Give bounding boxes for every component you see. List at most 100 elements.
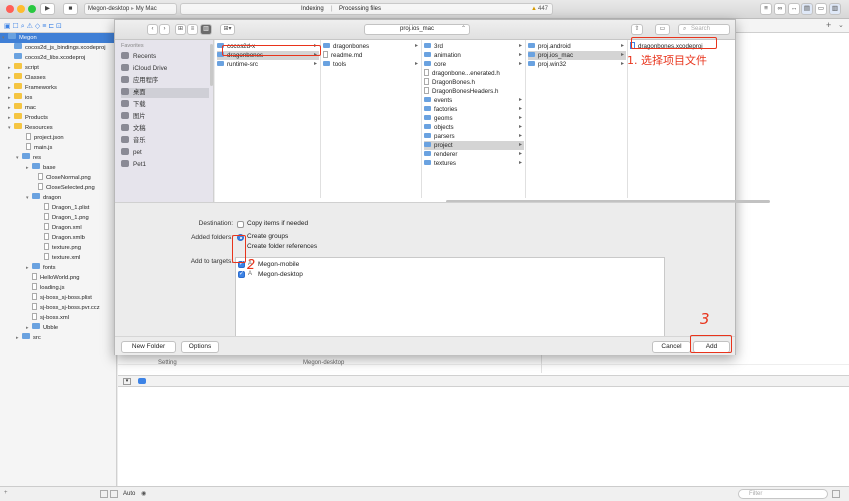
- run-button[interactable]: ▶: [40, 3, 55, 15]
- close-window-icon[interactable]: [6, 5, 14, 13]
- navigator-item[interactable]: ▾ dragon: [0, 193, 116, 203]
- browser-item[interactable]: textures ▸: [424, 159, 524, 168]
- icon-view-icon[interactable]: ⊞: [175, 24, 186, 35]
- browser-item[interactable]: runtime-src ▸: [217, 60, 319, 69]
- warning-icon[interactable]: ▲: [531, 4, 537, 14]
- navigator-toggle-icon[interactable]: ▤: [801, 3, 813, 15]
- navigator-item[interactable]: ▸ ios: [0, 93, 116, 103]
- share-icon[interactable]: ⇧: [631, 24, 643, 35]
- eye-icon[interactable]: ◉: [141, 490, 146, 497]
- browser-item[interactable]: factories ▸: [424, 105, 524, 114]
- zoom-window-icon[interactable]: [28, 5, 36, 13]
- trash-icon[interactable]: [832, 490, 840, 498]
- folder-nav-icon[interactable]: ▣ ☐ ⌕ ⚠ ◇ ≡ ⊏ ⊡: [4, 22, 62, 31]
- breakpoints-icon[interactable]: [138, 378, 146, 384]
- navigator-item[interactable]: ▾ res: [0, 153, 116, 163]
- options-button[interactable]: Options: [181, 341, 219, 353]
- navigator-item[interactable]: ▸ Classes: [0, 73, 116, 83]
- browser-item[interactable]: tools ▸: [323, 60, 420, 69]
- search-input[interactable]: ⌕ Search: [678, 24, 730, 35]
- editor-assistant-icon[interactable]: ∞: [774, 3, 786, 15]
- browser-item[interactable]: events ▸: [424, 96, 524, 105]
- browser-item[interactable]: dragonbone...enerated.h: [424, 68, 524, 78]
- back-icon[interactable]: ‹: [147, 24, 158, 35]
- list-view-icon[interactable]: ≡: [187, 24, 198, 35]
- sidebar-item[interactable]: 图片: [121, 111, 209, 122]
- navigator-item[interactable]: sj-boss.xml: [0, 312, 116, 323]
- sidebar-item[interactable]: 音乐: [121, 135, 209, 146]
- navigator-item[interactable]: cocos2d_libs.xcodeproj: [0, 53, 116, 63]
- column-view-icon[interactable]: ▥: [200, 24, 212, 35]
- target-desktop-checkbox[interactable]: [238, 270, 245, 278]
- scm-filter-icon[interactable]: [110, 490, 118, 498]
- navigator-item[interactable]: Dragon_1.png: [0, 212, 116, 223]
- scheme-selector[interactable]: Megon-desktop ▸ My Mac: [84, 3, 177, 15]
- sidebar-scrollbar[interactable]: [210, 44, 213, 86]
- sidebar-item[interactable]: 文稿: [121, 123, 209, 134]
- navigator-item[interactable]: ▸ Products: [0, 113, 116, 123]
- filter-input[interactable]: Filter: [738, 489, 828, 499]
- navigator-item[interactable]: cocos2d_js_bindings.xcodeproj: [0, 43, 116, 53]
- new-folder-button[interactable]: New Folder: [121, 341, 176, 353]
- navigator-item[interactable]: Dragon.xml: [0, 222, 116, 233]
- add-tab-icon[interactable]: +: [826, 20, 831, 30]
- copy-items-checkbox[interactable]: [237, 221, 244, 228]
- navigator-item[interactable]: ▸ fonts: [0, 263, 116, 273]
- editor-version-icon[interactable]: ↔: [788, 3, 800, 15]
- navigator-item[interactable]: ▸ src: [0, 333, 116, 343]
- navigator-item[interactable]: sj-boss_sj-boss.plist: [0, 292, 116, 303]
- auto-selector[interactable]: Auto: [123, 491, 135, 497]
- navigator-item[interactable]: ▸ script: [0, 63, 116, 73]
- browser-item[interactable]: parsers ▸: [424, 132, 524, 141]
- navigator-item[interactable]: loading.js: [0, 282, 116, 293]
- recent-filter-icon[interactable]: [100, 490, 108, 498]
- navigator-item[interactable]: project.json: [0, 132, 116, 143]
- arrange-icon[interactable]: ⊞▾: [220, 24, 235, 35]
- navigator-item[interactable]: ▸ Frameworks: [0, 83, 116, 93]
- browser-item[interactable]: DragonBones.h: [424, 77, 524, 87]
- navigator-item[interactable]: texture.xml: [0, 252, 116, 263]
- create-refs-label[interactable]: Create folder references: [247, 243, 317, 250]
- forward-icon[interactable]: ›: [159, 24, 170, 35]
- browser-item[interactable]: project ▸: [424, 141, 524, 150]
- editor-standard-icon[interactable]: ≡: [760, 3, 772, 15]
- navigator-item[interactable]: ▸ mac: [0, 103, 116, 113]
- browser-item[interactable]: proj.android ▸: [528, 42, 626, 51]
- utilities-toggle-icon[interactable]: ▥: [829, 3, 841, 15]
- browser-item[interactable]: 3rd ▸: [424, 42, 524, 51]
- sidebar-item[interactable]: 应用程序: [121, 75, 209, 86]
- tab-overflow-icon[interactable]: ⌄: [838, 21, 844, 29]
- navigator-item[interactable]: Dragon_1.plist: [0, 202, 116, 213]
- browser-item[interactable]: objects ▸: [424, 123, 524, 132]
- sidebar-item[interactable]: 下载: [121, 99, 209, 110]
- sidebar-item[interactable]: iCloud Drive: [121, 63, 209, 74]
- debug-toggle-icon[interactable]: ▭: [815, 3, 827, 15]
- navigator-item[interactable]: CloseSelected.png: [0, 182, 116, 193]
- browser-item[interactable]: geoms ▸: [424, 114, 524, 123]
- navigator-item[interactable]: texture.png: [0, 242, 116, 253]
- sidebar-item[interactable]: Recents: [121, 51, 209, 62]
- navigator-item[interactable]: sj-boss_sj-boss.pvr.ccz: [0, 302, 116, 313]
- browser-item[interactable]: dragonbones ▸: [323, 42, 420, 51]
- setting-value[interactable]: Megon-desktop: [303, 360, 344, 366]
- navigator-item[interactable]: ▾ Resources: [0, 123, 116, 133]
- browser-item[interactable]: core ▸: [424, 60, 524, 69]
- path-popup[interactable]: proj.ios_mac ⌃: [364, 24, 470, 35]
- sidebar-item[interactable]: pet: [121, 147, 209, 158]
- tag-icon[interactable]: ▭: [655, 24, 670, 35]
- navigator-item[interactable]: ▸ base: [0, 163, 116, 173]
- sidebar-item[interactable]: Pet1: [121, 159, 209, 170]
- browser-item[interactable]: readme.md: [323, 50, 420, 60]
- browser-item[interactable]: proj.ios_mac ▸: [528, 51, 626, 60]
- browser-item[interactable]: DragonBonesHeaders.h: [424, 86, 524, 96]
- navigator-item[interactable]: HelloWorld.png: [0, 272, 116, 283]
- sidebar-item[interactable]: 桌面: [121, 87, 209, 98]
- hide-debug-icon[interactable]: ▾: [123, 378, 131, 385]
- stop-button[interactable]: ■: [63, 3, 78, 15]
- browser-item[interactable]: animation ▸: [424, 51, 524, 60]
- navigator-item[interactable]: ▾ Megon: [0, 33, 116, 43]
- navigator-item[interactable]: Dragon.xmlb: [0, 232, 116, 243]
- navigator-item[interactable]: main.js: [0, 142, 116, 153]
- minimize-window-icon[interactable]: [17, 5, 25, 13]
- navigator-item[interactable]: ▸ Ubble: [0, 323, 116, 333]
